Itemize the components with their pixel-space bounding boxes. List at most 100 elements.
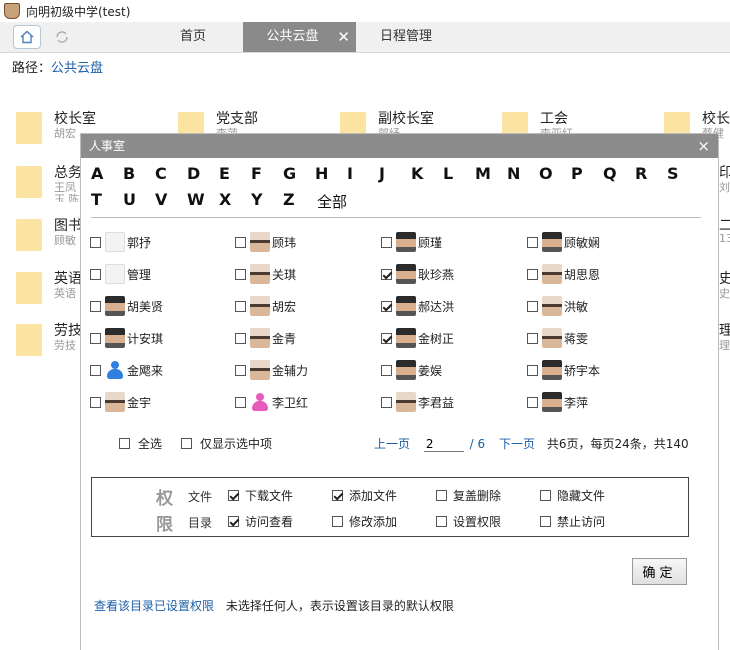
person-checkbox[interactable] xyxy=(235,332,246,344)
permission-checkbox[interactable] xyxy=(436,490,447,501)
person-item[interactable]: 李卫红 xyxy=(235,390,308,414)
person-item[interactable]: 李君益 xyxy=(381,390,454,414)
permission-checkbox[interactable] xyxy=(332,490,343,501)
person-checkbox[interactable] xyxy=(527,364,538,376)
permission-option[interactable]: 隐藏文件 xyxy=(540,487,605,504)
folder-item[interactable]: 印 刘 xyxy=(719,162,730,202)
folder-item[interactable]: 图书 顾敏 xyxy=(16,215,80,255)
close-icon[interactable]: × xyxy=(697,134,710,158)
person-item[interactable]: 李萍 xyxy=(527,390,588,414)
folder-item[interactable]: 英语 英语 xyxy=(16,268,80,308)
permission-option[interactable]: 添加文件 xyxy=(332,487,397,504)
letter-filter-w[interactable]: W xyxy=(187,190,205,209)
person-item[interactable]: 郝达洪 xyxy=(381,294,454,318)
person-item[interactable]: 顾玮 xyxy=(235,230,296,254)
letter-filter-n[interactable]: N xyxy=(507,164,520,183)
letter-filter-i[interactable]: I xyxy=(347,164,353,183)
page-number-input[interactable] xyxy=(423,437,464,452)
person-item[interactable]: 金树正 xyxy=(381,326,454,350)
person-checkbox[interactable] xyxy=(90,364,101,376)
folder-item[interactable]: 理 理 xyxy=(719,320,730,360)
permission-checkbox[interactable] xyxy=(228,490,239,501)
letter-filter-e[interactable]: E xyxy=(219,164,230,183)
letter-filter-k[interactable]: K xyxy=(411,164,423,183)
person-checkbox[interactable] xyxy=(381,236,392,248)
letter-filter-h[interactable]: H xyxy=(315,164,328,183)
person-checkbox[interactable] xyxy=(527,300,538,312)
letter-filter-r[interactable]: R xyxy=(635,164,647,183)
person-checkbox[interactable] xyxy=(90,300,101,312)
home-button[interactable] xyxy=(13,25,41,49)
person-item[interactable]: 蒋雯 xyxy=(527,326,588,350)
letter-filter-g[interactable]: G xyxy=(283,164,296,183)
letter-filter-p[interactable]: P xyxy=(571,164,583,183)
person-checkbox[interactable] xyxy=(90,236,101,248)
person-checkbox[interactable] xyxy=(235,396,246,408)
tab-home[interactable]: 首页 xyxy=(143,22,243,52)
next-page-link[interactable]: 下一页 xyxy=(499,437,535,451)
person-checkbox[interactable] xyxy=(90,332,101,344)
permission-checkbox[interactable] xyxy=(540,516,551,527)
letter-filter-x[interactable]: X xyxy=(219,190,231,209)
letter-filter-m[interactable]: M xyxy=(475,164,491,183)
view-permissions-link[interactable]: 查看该目录已设置权限 xyxy=(94,599,214,613)
letter-filter-c[interactable]: C xyxy=(155,164,167,183)
person-item[interactable]: 胡美贤 xyxy=(90,294,163,318)
letter-filter-v[interactable]: V xyxy=(155,190,167,209)
letter-filter-d[interactable]: D xyxy=(187,164,200,183)
letter-filter-o[interactable]: O xyxy=(539,164,553,183)
person-item[interactable]: 金宇 xyxy=(90,390,151,414)
person-item[interactable]: 郭抒 xyxy=(90,230,151,254)
permission-option[interactable]: 下载文件 xyxy=(228,487,293,504)
select-all-checkbox[interactable]: 全选 xyxy=(119,431,162,455)
letter-filter-j[interactable]: J xyxy=(379,164,385,183)
person-item[interactable]: 金飔来 xyxy=(90,358,163,382)
person-checkbox[interactable] xyxy=(527,268,538,280)
person-checkbox[interactable] xyxy=(381,332,392,344)
person-item[interactable]: 姜娱 xyxy=(381,358,442,382)
letter-filter-f[interactable]: F xyxy=(251,164,262,183)
folder-item[interactable]: 史 史 xyxy=(719,268,730,308)
folder-item[interactable]: 劳技 劳技 xyxy=(16,320,80,360)
permission-checkbox[interactable] xyxy=(332,516,343,527)
folder-item[interactable]: 总务 王凤 玉 陈 xyxy=(16,162,80,202)
letter-filter-y[interactable]: Y xyxy=(251,190,263,209)
permission-checkbox[interactable] xyxy=(436,516,447,527)
permission-option[interactable]: 复盖删除 xyxy=(436,487,501,504)
person-item[interactable]: 胡宏 xyxy=(235,294,296,318)
person-checkbox[interactable] xyxy=(90,268,101,280)
person-item[interactable]: 计安琪 xyxy=(90,326,163,350)
person-item[interactable]: 胡思恩 xyxy=(527,262,600,286)
person-item[interactable]: 金青 xyxy=(235,326,296,350)
person-checkbox[interactable] xyxy=(381,268,392,280)
person-item[interactable]: 轿宇本 xyxy=(527,358,600,382)
letter-filter-s[interactable]: S xyxy=(667,164,679,183)
permission-checkbox[interactable] xyxy=(540,490,551,501)
person-checkbox[interactable] xyxy=(235,268,246,280)
tab-public-cloud[interactable]: 公共云盘 ✕ xyxy=(243,22,356,52)
only-selected-checkbox[interactable]: 仅显示选中项 xyxy=(181,431,272,455)
person-item[interactable]: 顾瑾 xyxy=(381,230,442,254)
prev-page-link[interactable]: 上一页 xyxy=(374,437,410,451)
letter-filter-all[interactable]: 全部 xyxy=(317,191,347,212)
close-tab-icon[interactable]: ✕ xyxy=(337,22,350,52)
permission-option[interactable]: 访问查看 xyxy=(228,513,293,530)
person-checkbox[interactable] xyxy=(381,364,392,376)
folder-item[interactable]: 二 13 xyxy=(719,215,730,255)
person-checkbox[interactable] xyxy=(527,396,538,408)
checkbox[interactable] xyxy=(119,437,130,449)
confirm-button[interactable]: 确定 xyxy=(632,558,687,585)
refresh-button[interactable] xyxy=(48,25,76,49)
permission-option[interactable]: 设置权限 xyxy=(436,513,501,530)
person-item[interactable]: 管理 xyxy=(90,262,151,286)
person-item[interactable]: 顾敏娴 xyxy=(527,230,600,254)
letter-filter-b[interactable]: B xyxy=(123,164,135,183)
person-item[interactable]: 关琪 xyxy=(235,262,296,286)
person-checkbox[interactable] xyxy=(527,332,538,344)
person-item[interactable]: 耿珍燕 xyxy=(381,262,454,286)
tab-schedule[interactable]: 日程管理 xyxy=(356,22,456,52)
letter-filter-u[interactable]: U xyxy=(123,190,136,209)
path-current-link[interactable]: 公共云盘 xyxy=(51,61,103,76)
letter-filter-t[interactable]: T xyxy=(91,190,102,209)
permission-option[interactable]: 禁止访问 xyxy=(540,513,605,530)
